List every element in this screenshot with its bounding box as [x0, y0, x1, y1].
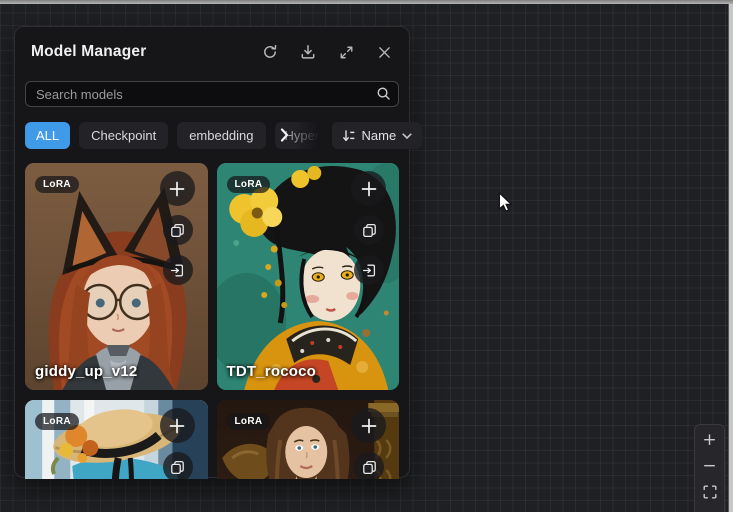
expand-icon [339, 45, 354, 60]
filter-row: ALL Checkpoint embedding Hypernetwork Na… [25, 122, 399, 149]
refresh-icon [262, 44, 278, 60]
load-model-button[interactable] [354, 255, 384, 285]
filter-tab-checkpoint[interactable]: Checkpoint [79, 122, 168, 149]
model-name: TDT_rococo [227, 363, 317, 380]
node-canvas[interactable]: Model Manager [0, 0, 733, 512]
model-grid: LoRA [25, 163, 399, 479]
add-model-button[interactable] [160, 408, 195, 443]
zoom-in-button[interactable]: + [697, 428, 722, 452]
copy-icon [170, 223, 185, 238]
close-button[interactable] [375, 43, 393, 61]
copy-icon [362, 460, 377, 475]
search-box [25, 81, 399, 107]
plus-icon [169, 181, 185, 197]
expand-button[interactable] [337, 43, 355, 61]
model-type-badge: LoRA [227, 413, 271, 430]
download-icon [300, 44, 316, 60]
add-model-button[interactable] [351, 171, 386, 206]
import-icon [362, 263, 377, 278]
load-model-button[interactable] [163, 255, 193, 285]
copy-model-button[interactable] [354, 215, 384, 245]
model-manager-panel: Model Manager [14, 26, 410, 478]
window-top-edge [0, 0, 733, 4]
page-title: Model Manager [31, 43, 146, 61]
sort-label: Name [362, 128, 397, 143]
plus-icon [169, 418, 185, 434]
add-model-button[interactable] [351, 408, 386, 443]
copy-icon [362, 223, 377, 238]
model-card[interactable]: LoRA [25, 400, 208, 479]
fit-view-button[interactable] [697, 480, 722, 504]
canvas-zoom-toolbar: + − [694, 424, 725, 512]
model-card[interactable]: LoRA [217, 163, 400, 390]
chevron-right-icon[interactable] [280, 128, 289, 147]
model-type-badge: LoRA [35, 176, 79, 193]
model-name: giddy_up_v12 [35, 363, 137, 380]
model-list-viewport[interactable]: LoRA [25, 163, 399, 479]
model-card[interactable]: LoRA [217, 400, 400, 479]
copy-model-button[interactable] [163, 452, 193, 479]
model-type-badge: LoRA [227, 176, 271, 193]
plus-icon [361, 418, 377, 434]
plus-icon [361, 181, 377, 197]
mouse-cursor [498, 192, 513, 218]
model-card[interactable]: LoRA [25, 163, 208, 390]
copy-model-button[interactable] [163, 215, 193, 245]
add-model-button[interactable] [160, 171, 195, 206]
download-button[interactable] [299, 43, 317, 61]
sort-descending-icon [342, 129, 356, 143]
copy-icon [170, 460, 185, 475]
model-type-badge: LoRA [35, 413, 79, 430]
chevron-down-icon [402, 128, 412, 143]
fit-view-icon [703, 485, 717, 499]
panel-header: Model Manager [25, 39, 399, 65]
filter-tab-embedding[interactable]: embedding [177, 122, 265, 149]
close-icon [377, 45, 392, 60]
sort-dropdown[interactable]: Name [332, 122, 423, 149]
copy-model-button[interactable] [354, 452, 384, 479]
zoom-out-button[interactable]: − [697, 454, 722, 478]
import-icon [170, 263, 185, 278]
search-input[interactable] [25, 81, 399, 107]
filter-tab-all[interactable]: ALL [25, 122, 70, 149]
refresh-button[interactable] [261, 43, 279, 61]
window-right-edge [728, 0, 733, 512]
panel-header-actions [261, 43, 393, 61]
